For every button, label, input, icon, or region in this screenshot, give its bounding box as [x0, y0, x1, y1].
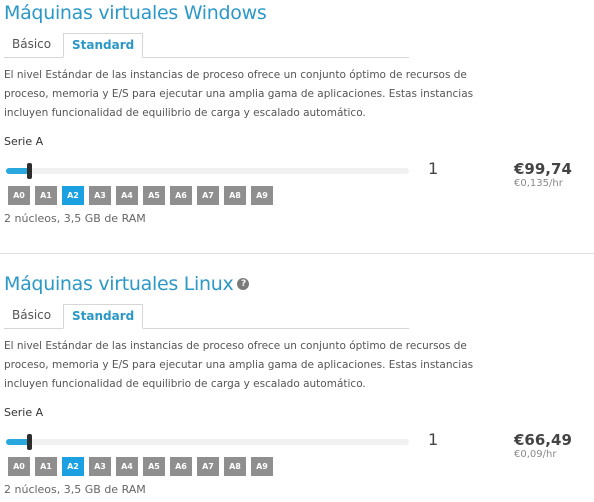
windows-tier-tabs: Básico Standard — [4, 33, 409, 58]
tab-standard[interactable]: Standard — [63, 33, 144, 58]
size-a0-button[interactable]: A0 — [8, 186, 30, 205]
description-line: incluyen funcionalidad de equilibrio de … — [4, 107, 366, 119]
windows-vm-title: Máquinas virtuales Windows — [4, 2, 267, 24]
tab-basic[interactable]: Básico — [4, 304, 59, 327]
description-line: incluyen funcionalidad de equilibrio de … — [4, 378, 366, 390]
linux-tier-description: El nivel Estándar de las instancias de p… — [4, 337, 474, 394]
size-a1-button[interactable]: A1 — [35, 186, 57, 205]
windows-tier-description: El nivel Estándar de las instancias de p… — [4, 66, 474, 123]
size-a9-button[interactable]: A9 — [251, 186, 273, 205]
windows-hourly-rate: €0,135/hr — [514, 178, 563, 189]
slider-handle[interactable] — [27, 163, 33, 179]
size-a7-button[interactable]: A7 — [197, 457, 219, 476]
linux-vm-title: Máquinas virtuales Linux? — [4, 273, 250, 295]
windows-instance-slider[interactable] — [6, 163, 409, 179]
linux-tier-tabs: Básico Standard — [4, 304, 409, 329]
size-a2-button[interactable]: A2 — [62, 186, 84, 205]
size-a2-button[interactable]: A2 — [62, 457, 84, 476]
size-a9-button[interactable]: A9 — [251, 457, 273, 476]
size-a6-button[interactable]: A6 — [170, 457, 192, 476]
tab-standard[interactable]: Standard — [63, 304, 144, 329]
linux-quantity[interactable]: 1 — [428, 430, 438, 449]
size-a0-button[interactable]: A0 — [8, 457, 30, 476]
size-a7-button[interactable]: A7 — [197, 186, 219, 205]
linux-monthly-price: €66,49 — [514, 431, 572, 449]
linux-hourly-rate: €0,09/hr — [514, 449, 557, 460]
linux-instance-slider[interactable] — [6, 434, 409, 450]
linux-vm-title-text: Máquinas virtuales Linux — [4, 273, 234, 295]
size-a3-button[interactable]: A3 — [89, 457, 111, 476]
windows-vm-title-text: Máquinas virtuales Windows — [4, 2, 267, 24]
size-a1-button[interactable]: A1 — [35, 457, 57, 476]
description-line: El nivel Estándar de las instancias de p… — [4, 340, 467, 352]
windows-monthly-price: €99,74 — [514, 160, 572, 178]
linux-size-spec: 2 núcleos, 3,5 GB de RAM — [4, 483, 146, 496]
windows-series-label: Serie A — [4, 135, 44, 148]
slider-handle[interactable] — [27, 434, 33, 450]
size-a5-button[interactable]: A5 — [143, 186, 165, 205]
size-a3-button[interactable]: A3 — [89, 186, 111, 205]
size-a4-button[interactable]: A4 — [116, 186, 138, 205]
size-a4-button[interactable]: A4 — [116, 457, 138, 476]
question-circle-icon[interactable]: ? — [237, 278, 250, 290]
section-divider — [0, 253, 594, 254]
linux-series-label: Serie A — [4, 406, 44, 419]
size-a6-button[interactable]: A6 — [170, 186, 192, 205]
size-a8-button[interactable]: A8 — [224, 457, 246, 476]
description-line: El nivel Estándar de las instancias de p… — [4, 69, 467, 81]
size-a5-button[interactable]: A5 — [143, 457, 165, 476]
tab-basic[interactable]: Básico — [4, 33, 59, 56]
windows-size-spec: 2 núcleos, 3,5 GB de RAM — [4, 212, 146, 225]
description-line: proceso, memoria y E/S para ejecutar una… — [4, 88, 474, 100]
windows-quantity[interactable]: 1 — [428, 159, 438, 178]
description-line: proceso, memoria y E/S para ejecutar una… — [4, 359, 474, 371]
size-a8-button[interactable]: A8 — [224, 186, 246, 205]
